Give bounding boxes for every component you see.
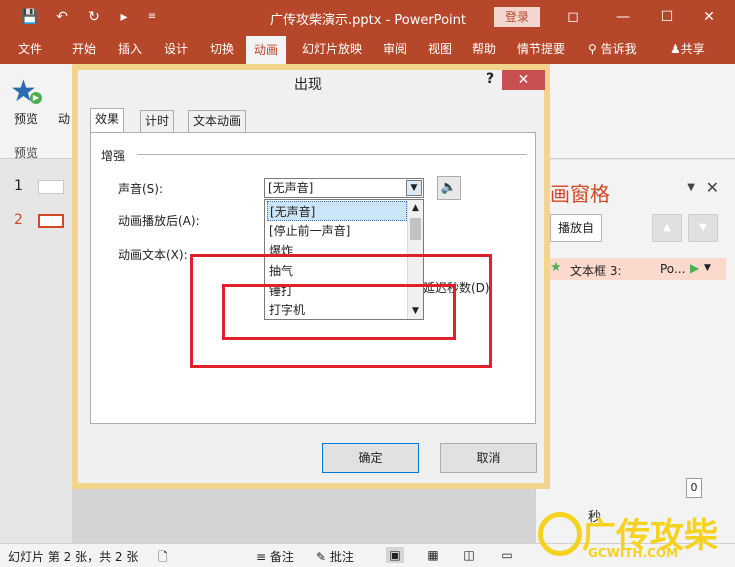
lightbulb-icon: ⚲	[588, 42, 601, 56]
animation-gallery-label[interactable]: 动	[58, 110, 70, 127]
notes-button[interactable]: ≡ 备注	[256, 548, 294, 565]
play-icon: ▶	[30, 92, 42, 104]
tab-transitions[interactable]: 切换	[210, 40, 234, 64]
chevron-down-icon[interactable]: ▼	[704, 263, 711, 273]
help-icon[interactable]: ?	[486, 71, 494, 87]
tab-animations[interactable]: 动画	[246, 36, 287, 64]
comments-button[interactable]: ✎ 批注	[316, 548, 354, 565]
animation-pane-title: 画窗格	[550, 182, 610, 206]
notes-icon: ≡	[256, 550, 270, 564]
tab-design[interactable]: 设计	[164, 40, 188, 64]
tab-slideshow[interactable]: 幻灯片放映	[302, 40, 362, 64]
watermark-logo	[538, 512, 582, 556]
play-from-button[interactable]: 播放自	[550, 214, 602, 242]
tab-help[interactable]: 帮助	[472, 40, 496, 64]
notes-label: 备注	[269, 550, 294, 564]
save-icon[interactable]: 💾	[20, 7, 40, 27]
minimize-icon[interactable]: —	[612, 6, 634, 28]
maximize-icon[interactable]: ☐	[656, 6, 678, 28]
seconds-value[interactable]: 0	[686, 478, 702, 498]
scroll-up-icon[interactable]: ▲	[408, 200, 423, 216]
share-label: 共享	[680, 42, 705, 56]
normal-view-icon[interactable]: ▣	[386, 547, 404, 563]
animation-pane: 画窗格 ▼ ✕ 播放自 ▲ ▼ ★ 文本框 3: Po... ▶ ▼ 0 秒	[535, 160, 735, 543]
highlight-box-inner	[222, 284, 456, 340]
tab-view[interactable]: 视图	[428, 40, 452, 64]
tab-review[interactable]: 审阅	[383, 40, 407, 64]
spellcheck-icon[interactable]: 🗋	[158, 548, 168, 567]
share-button[interactable]: ♟共享	[670, 40, 705, 64]
preview-group-label: 预览	[14, 146, 39, 160]
login-button[interactable]: 登录	[494, 7, 540, 27]
tab-effect[interactable]: 效果	[90, 108, 125, 132]
start-slideshow-icon[interactable]: ▸	[114, 7, 134, 27]
close-icon[interactable]: ✕	[502, 70, 545, 90]
slide-sorter-icon[interactable]: ▦	[424, 547, 442, 563]
comment-icon: ✎	[316, 550, 330, 564]
reading-view-icon[interactable]: ◫	[460, 547, 478, 563]
watermark-subtext: GCWITH.COM	[588, 546, 679, 560]
tab-insert[interactable]: 插入	[118, 40, 142, 64]
comments-label: 批注	[329, 550, 354, 564]
group-divider	[137, 154, 527, 155]
after-animation-label: 动画播放后(A):	[118, 214, 200, 228]
ok-button[interactable]: 确定	[322, 443, 419, 473]
dialog-title: 出现	[294, 77, 322, 93]
customize-qat-icon[interactable]: ≡	[142, 7, 162, 27]
sound-select-value: [无声音]	[268, 181, 314, 195]
move-down-icon[interactable]: ▼	[688, 214, 718, 242]
move-up-icon[interactable]: ▲	[652, 214, 682, 242]
animation-item-timing: Po...	[660, 262, 686, 276]
sound-option[interactable]: [停止前一声音]	[267, 221, 407, 241]
cancel-button[interactable]: 取消	[440, 443, 537, 473]
tab-storyboard[interactable]: 情节提要	[517, 40, 565, 64]
slide-count: 幻灯片 第 2 张，共 2 张	[8, 550, 139, 564]
play-icon: ▶	[690, 261, 700, 275]
tell-me-label: 告诉我	[600, 42, 637, 56]
ribbon-display-icon[interactable]: ◻	[562, 6, 584, 28]
document-title: 广传攻柴演示.pptx - PowerPoint	[270, 13, 466, 28]
slide-number: 2	[14, 212, 23, 228]
slideshow-view-icon[interactable]: ▭	[498, 547, 516, 563]
tab-file[interactable]: 文件	[18, 40, 42, 64]
person-icon: ♟	[670, 42, 681, 56]
enhancements-group-label: 增强	[101, 149, 126, 163]
slide-thumbnail[interactable]	[38, 180, 64, 194]
sound-select[interactable]: [无声音] ▼	[264, 178, 424, 198]
tab-timing[interactable]: 计时	[140, 110, 175, 132]
chevron-down-icon[interactable]: ▼	[687, 182, 695, 193]
tab-text-animation[interactable]: 文本动画	[188, 110, 247, 132]
animation-list-item[interactable]: ★ 文本框 3: Po... ▶ ▼	[546, 258, 726, 280]
undo-icon[interactable]: ↶	[52, 7, 72, 27]
chevron-down-icon[interactable]: ▼	[406, 180, 422, 196]
close-icon[interactable]: ✕	[706, 178, 719, 197]
sound-label: 声音(S):	[118, 182, 164, 196]
slide-thumbnail-selected[interactable]	[38, 214, 64, 228]
close-window-icon[interactable]: ✕	[698, 6, 720, 28]
entrance-star-icon: ★	[550, 260, 562, 275]
title-bar: 💾 ↶ ↻ ▸ ≡ 广传攻柴演示.pptx - PowerPoint 登录 ◻ …	[0, 0, 735, 34]
animation-item-label: 文本框 3:	[570, 264, 622, 278]
animate-text-label: 动画文本(X):	[118, 248, 188, 262]
ribbon-tabs: 文件 开始 插入 设计 切换 动画 幻灯片放映 审阅 视图 帮助 情节提要 ⚲ …	[0, 34, 735, 64]
scroll-thumb[interactable]	[410, 218, 421, 240]
preview-button[interactable]: 预览	[14, 110, 38, 127]
slides-panel: 1 2	[0, 160, 72, 543]
speaker-icon[interactable]: 🔈	[437, 176, 461, 200]
sound-option[interactable]: [无声音]	[267, 201, 407, 221]
redo-icon[interactable]: ↻	[84, 7, 104, 27]
tell-me-search[interactable]: ⚲ 告诉我	[588, 40, 637, 64]
slide-number: 1	[14, 178, 23, 194]
tab-home[interactable]: 开始	[72, 40, 96, 64]
